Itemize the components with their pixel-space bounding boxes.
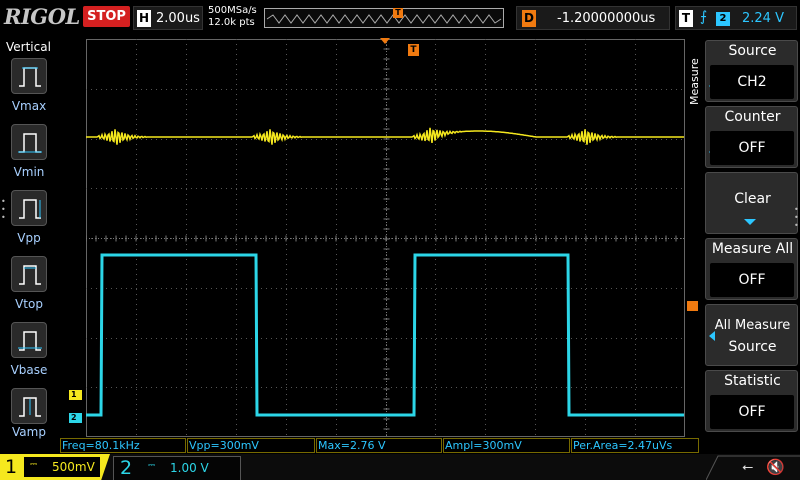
acquisition-info: 500MSa/s 12.0k pts: [208, 5, 257, 29]
vbase-label: Vbase: [10, 363, 48, 377]
ch2-scale: 1.00 V: [170, 461, 209, 475]
source-title: Source: [728, 43, 777, 59]
memory-depth: 12.0k pts: [208, 17, 255, 28]
vtop-label: Vtop: [15, 297, 43, 311]
run-stop-indicator[interactable]: STOP: [83, 6, 130, 27]
memory-map-trigger-icon: T: [393, 8, 403, 18]
source-softkey[interactable]: Source CH2: [705, 40, 798, 102]
trigger-level: 2.24 V: [742, 11, 784, 26]
memory-map: T: [264, 8, 504, 28]
sidebar-title: Vertical: [6, 40, 51, 54]
dc-coupling-icon: ⎓: [148, 461, 156, 471]
measure-softkey-menu: Source CH2 Counter OFF Clear Measure All…: [705, 38, 800, 438]
vmin-button[interactable]: [11, 124, 47, 160]
trigger-level-marker-icon[interactable]: [687, 301, 698, 311]
counter-title: Counter: [724, 109, 781, 125]
waveform-display[interactable]: [86, 39, 685, 437]
dc-coupling-icon: ⎓: [30, 460, 38, 470]
ch1-scale: 500mV: [52, 460, 95, 474]
ch1-offset-marker[interactable]: 1: [69, 390, 82, 400]
measurement-item: Ampl=300mV: [443, 438, 570, 453]
measure-all-value: OFF: [710, 263, 794, 297]
vtop-button[interactable]: [11, 256, 47, 292]
brand-logo: RIGOL: [4, 4, 80, 29]
clear-title: Clear: [734, 191, 771, 207]
vpp-icon: [19, 199, 41, 219]
ch2-number: 2: [120, 457, 133, 479]
all-measure-source-line1: All Measure: [714, 318, 791, 333]
ch1-number: 1: [5, 456, 18, 478]
all-measure-source-softkey[interactable]: All Measure Source: [705, 304, 798, 366]
all-measure-source-line2: Source: [728, 339, 777, 355]
usb-icon: ⭠: [742, 459, 754, 475]
horizontal-delay[interactable]: D -1.20000000us: [516, 6, 670, 30]
source-value: CH2: [710, 65, 794, 99]
vbase-button[interactable]: [11, 322, 47, 358]
menu-page-dots-icon: • • •: [794, 205, 799, 230]
trigger-letter: T: [679, 10, 693, 27]
measure-menu-tab: Measure: [688, 58, 701, 105]
vpp-button[interactable]: [11, 190, 47, 226]
delay-value: -1.20000000us: [557, 11, 656, 26]
trigger-status[interactable]: T ⨍ 2 2.24 V: [675, 6, 797, 30]
timebase-value: 2.00us: [156, 11, 200, 26]
clear-softkey[interactable]: Clear: [705, 172, 798, 234]
measure-all-title: Measure All: [711, 241, 794, 257]
horizontal-letter: H: [137, 10, 151, 27]
sample-rate: 500MSa/s: [208, 5, 257, 16]
vmax-label: Vmax: [11, 99, 47, 113]
vpp-label: Vpp: [17, 231, 41, 245]
trigger-source: 2: [716, 12, 730, 26]
horizontal-timebase[interactable]: H 2.00us: [133, 6, 203, 30]
ch1-channel-tab[interactable]: 1 ⎓ 500mV: [0, 454, 110, 480]
vmax-button[interactable]: [11, 58, 47, 94]
measurement-item: Per.Area=2.47uVs: [571, 438, 699, 453]
measure-all-softkey[interactable]: Measure All OFF: [705, 238, 798, 300]
graticule: [86, 39, 685, 437]
channel-status-bar: 1 ⎓ 500mV 2 ⎓ 1.00 V ⭠ 🔇: [0, 454, 800, 480]
vtop-icon: [19, 265, 41, 285]
vmin-icon: [18, 133, 42, 153]
counter-value: OFF: [710, 131, 794, 165]
measurement-item: Vpp=300mV: [187, 438, 315, 453]
ch2-channel-tab[interactable]: 2 ⎓ 1.00 V: [113, 456, 241, 480]
measurement-item: Max=2.76 V: [316, 438, 442, 453]
memory-map-waveform: [266, 14, 502, 24]
down-arrow-icon: [744, 219, 756, 225]
vamp-label: Vamp: [12, 425, 46, 439]
vamp-icon: [19, 397, 41, 417]
vmax-icon: [19, 67, 41, 87]
vamp-button[interactable]: [11, 388, 47, 424]
statistic-softkey[interactable]: Statistic OFF: [705, 370, 798, 432]
rising-edge-icon: ⨍: [700, 9, 708, 25]
measurement-results: Freq=80.1kHz Vpp=300mV Max=2.76 V Ampl=3…: [60, 438, 700, 453]
trigger-position-marker: T: [408, 44, 419, 56]
ch1-waveform: [86, 127, 684, 145]
ch1-settings: ⎓ 500mV: [24, 457, 100, 477]
top-status-bar: RIGOL STOP H 2.00us 500MSa/s 12.0k pts T…: [0, 0, 800, 38]
speaker-muted-icon[interactable]: 🔇: [766, 458, 785, 476]
vbase-icon: [18, 331, 42, 351]
measurement-item: Freq=80.1kHz: [60, 438, 186, 453]
counter-softkey[interactable]: Counter OFF: [705, 106, 798, 168]
ch2-offset-marker[interactable]: 2: [69, 413, 82, 423]
page-dots-icon: • • •: [1, 197, 6, 222]
statistic-value: OFF: [710, 395, 794, 429]
delay-letter: D: [522, 10, 536, 27]
trigger-position-arrow-icon: [380, 38, 390, 44]
system-icons: ⭠ 🔇: [706, 454, 800, 480]
vmin-label: Vmin: [13, 165, 45, 179]
statistic-title: Statistic: [724, 373, 781, 389]
vertical-measure-sidebar: Vertical Vmax Vmin Vpp Vtop Vbase Vamp •…: [0, 38, 58, 439]
